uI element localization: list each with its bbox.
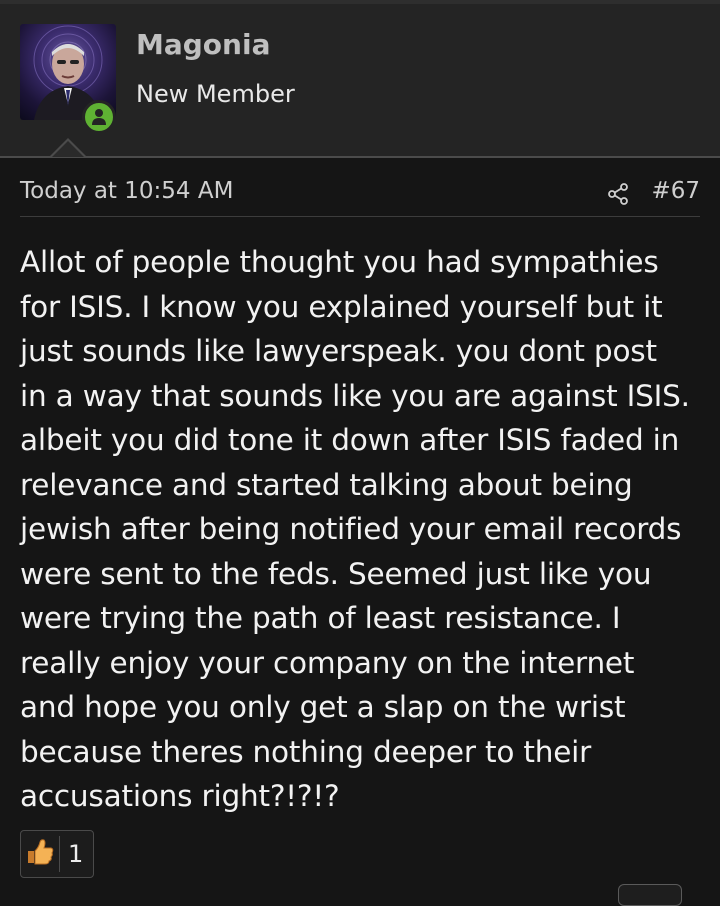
reaction-divider — [59, 836, 60, 872]
online-user-icon — [92, 109, 106, 125]
thumbs-up-icon — [25, 837, 55, 871]
username[interactable]: Magonia — [136, 28, 270, 61]
action-button[interactable] — [618, 884, 682, 906]
share-icon[interactable] — [606, 182, 630, 210]
reaction-count: 1 — [68, 840, 84, 868]
post-meta-row: Today at 10:54 AM #67 — [20, 176, 700, 217]
user-header: Magonia New Member — [0, 4, 720, 158]
like-reaction-button[interactable]: 1 — [20, 830, 94, 878]
post-number-link[interactable]: #67 — [651, 178, 700, 204]
user-title: New Member — [136, 80, 295, 108]
header-pointer-fill — [52, 141, 84, 157]
online-status-badge — [82, 100, 116, 134]
post-timestamp[interactable]: Today at 10:54 AM — [20, 178, 233, 204]
post-body: Allot of people thought you had sympathi… — [20, 245, 690, 813]
